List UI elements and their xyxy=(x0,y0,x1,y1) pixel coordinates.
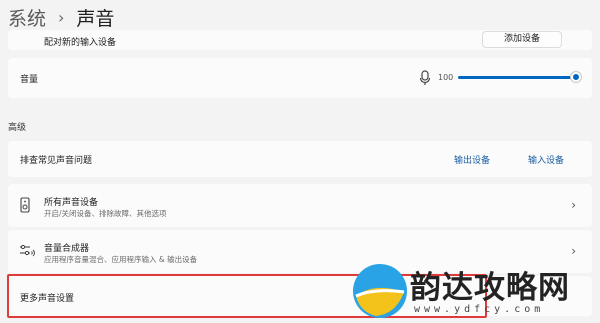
breadcrumb-separator: › xyxy=(58,7,65,27)
watermark-url: www.ydfcy.com xyxy=(414,304,545,315)
volume-value: 100 xyxy=(438,73,454,82)
chevron-right-icon: › xyxy=(571,198,576,212)
troubleshoot-label: 排查常见声音问题 xyxy=(20,156,93,166)
add-device-button[interactable]: 添加设备 xyxy=(482,31,562,48)
speaker-device-icon xyxy=(20,197,30,213)
volume-mixer-subtitle: 应用程序音量混合、应用程序输入 & 输出设备 xyxy=(44,255,198,264)
troubleshoot-output-devices-link[interactable]: 输出设备 xyxy=(454,153,490,166)
mixer-icon xyxy=(20,244,35,257)
watermark-logo xyxy=(353,264,407,318)
pair-input-device-row: 配对新的输入设备 添加设备 xyxy=(8,30,592,50)
breadcrumb-system[interactable]: 系统 xyxy=(8,4,46,31)
volume-slider-track[interactable] xyxy=(458,76,576,79)
volume-slider-thumb[interactable] xyxy=(571,72,581,82)
volume-mixer-title: 音量合成器 xyxy=(44,244,90,254)
troubleshoot-row: 排查常见声音问题 输出设备 输入设备 xyxy=(8,141,592,177)
all-sound-devices-subtitle: 开启/关闭设备、排除故障、其他选项 xyxy=(44,209,167,218)
chevron-right-icon: › xyxy=(571,244,576,258)
troubleshoot-input-devices-link[interactable]: 输入设备 xyxy=(528,153,564,166)
microphone-icon xyxy=(419,70,431,85)
watermark-brand: 韵达攻略网 xyxy=(410,270,570,306)
volume-label: 音量 xyxy=(20,75,39,85)
all-sound-devices-title: 所有声音设备 xyxy=(44,198,99,208)
breadcrumb: 系统 › 声音 xyxy=(8,0,114,34)
all-sound-devices-row[interactable]: 所有声音设备 开启/关闭设备、排除故障、其他选项 › xyxy=(8,184,592,227)
advanced-section-label: 高级 xyxy=(8,123,27,133)
page-title: 声音 xyxy=(76,7,115,30)
pair-input-device-label: 配对新的输入设备 xyxy=(44,38,117,48)
